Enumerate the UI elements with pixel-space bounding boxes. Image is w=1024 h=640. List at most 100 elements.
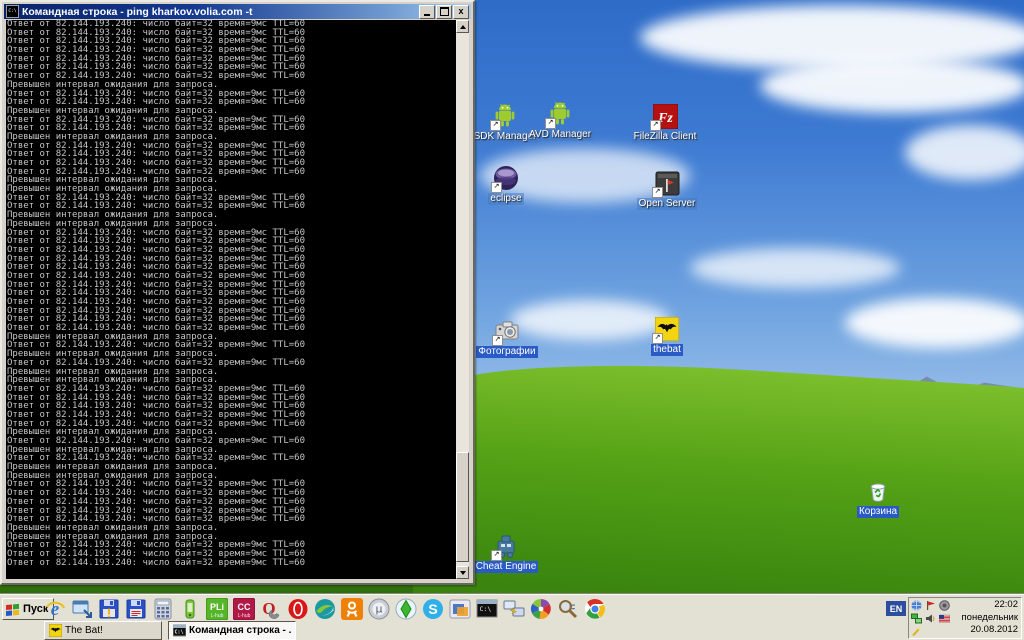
eclipse-icon: ↗ [493, 165, 519, 191]
taskbar-window-button-cmd[interactable]: C:\ Командная строка - ... [168, 621, 296, 640]
quicklaunch-swirl-icon[interactable] [314, 598, 336, 620]
quicklaunch-download-q-icon[interactable]: Q [260, 598, 282, 620]
quicklaunch-utorrent-icon[interactable]: µ [368, 598, 390, 620]
quick-launch: e!PLiL-hubCCL-hubQµSC:\F [44, 596, 606, 621]
recycle-bin-icon [865, 478, 891, 504]
cmd-small-icon: C:\ [173, 624, 186, 637]
desktop-icon-label: Корзина [857, 506, 899, 518]
green-network-icon[interactable] [911, 613, 922, 624]
quicklaunch-calculator-icon[interactable] [152, 598, 174, 620]
desktop-icon-label: eclipse [488, 193, 523, 205]
open-server-icon: ↗ [654, 170, 680, 196]
shortcut-arrow-icon: ↗ [545, 118, 556, 129]
clock-time: 22:02 [957, 599, 1018, 612]
quicklaunch-skype-icon[interactable]: S [422, 598, 444, 620]
console-line: Ответ от 82.144.193.240: число байт=32 в… [7, 559, 456, 568]
bat-small-icon [49, 624, 62, 637]
scroll-up-button[interactable] [456, 20, 469, 33]
svg-text:S: S [428, 601, 437, 617]
minimize-icon [424, 14, 430, 16]
desktop-icon-label: Cheat Engine [474, 561, 539, 573]
tray-icons [909, 598, 957, 638]
quicklaunch-cc-icon[interactable]: CCL-hub [233, 598, 255, 620]
speaker-icon[interactable] [925, 613, 936, 624]
cloud [905, 125, 1024, 180]
close-icon: x [458, 7, 463, 16]
desktop-icon-filezilla-client[interactable]: Fz↗FileZilla Client [633, 103, 697, 143]
desktop-icon-cheat-engine[interactable]: ↗Cheat Engine [474, 533, 538, 573]
svg-text:L-hub: L-hub [238, 613, 251, 619]
quicklaunch-cmd-icon[interactable]: C:\ [476, 598, 498, 620]
desktop-icon-label: AVD Manager [527, 129, 593, 141]
svg-text:!: ! [107, 605, 111, 620]
svg-text:C:\: C:\ [175, 630, 184, 636]
shortcut-arrow-icon: ↗ [652, 333, 663, 344]
shortcut-arrow-icon: ↗ [491, 182, 502, 193]
console-scrollbar[interactable] [456, 20, 469, 579]
quicklaunch-floppy-icon[interactable] [125, 598, 147, 620]
shortcut-arrow-icon: ↗ [491, 550, 502, 561]
close-button[interactable]: x [453, 5, 469, 19]
quicklaunch-odnoklassniki-icon[interactable] [341, 598, 363, 620]
maximize-icon [440, 7, 449, 16]
tray-clock[interactable]: 22:02 понедельник 20.08.2012 [957, 598, 1021, 638]
windows-flag-icon [6, 603, 20, 616]
quicklaunch-vmware-icon[interactable] [449, 598, 471, 620]
cloud [845, 298, 1024, 348]
arrow-down-icon [460, 571, 466, 575]
clock-weekday: понедельник [957, 612, 1018, 625]
cloud [690, 248, 900, 288]
blue-globe-icon[interactable] [911, 600, 922, 611]
desktop-icon-recycle-bin[interactable]: Корзина [846, 478, 910, 518]
quicklaunch-search-icon[interactable]: F [557, 598, 579, 620]
quicklaunch-picasa-icon[interactable] [530, 598, 552, 620]
svg-text:PLi: PLi [210, 602, 224, 612]
photos-icon: ↗ [494, 318, 520, 344]
svg-text:CC: CC [238, 602, 251, 612]
desktop-icon-label: Фотографии [476, 346, 537, 358]
taskbar: Пуск e!PLiL-hubCCL-hubQµSC:\F The Bat!C:… [0, 594, 1024, 640]
shortcut-arrow-icon: ↗ [650, 120, 661, 131]
quicklaunch-remote-desktop-icon[interactable] [503, 598, 525, 620]
scroll-down-button[interactable] [456, 566, 469, 579]
quicklaunch-opera-icon[interactable] [287, 598, 309, 620]
us-flag-icon[interactable] [939, 613, 950, 624]
yellow-wand-icon[interactable] [911, 626, 922, 637]
desktop-icon-photos[interactable]: ↗Фотографии [475, 318, 539, 358]
shortcut-arrow-icon: ↗ [490, 120, 501, 131]
language-indicator[interactable]: EN [886, 601, 906, 616]
quicklaunch-floppy-alert-icon[interactable]: ! [98, 598, 120, 620]
console-titlebar[interactable]: C:\ Командная строка - ping kharkov.voli… [4, 4, 471, 19]
taskbar-window-button-thebat[interactable]: The Bat! [44, 621, 162, 640]
quicklaunch-ie-icon[interactable]: e [44, 598, 66, 620]
quicklaunch-show-desktop-icon[interactable] [71, 598, 93, 620]
desktop-icon-open-server[interactable]: ↗ Open Server [635, 170, 699, 210]
scrollbar-thumb[interactable] [456, 452, 469, 562]
desktop-icon-thebat[interactable]: ↗thebat [635, 316, 699, 356]
minimize-button[interactable] [419, 5, 435, 19]
sdk-manager-icon: ↗ [492, 103, 518, 129]
taskbar-window-label: The Bat! [65, 625, 103, 636]
console-output: Ответ от 82.144.193.240: число байт=32 в… [6, 20, 456, 579]
desktop-icon-label: Open Server [637, 198, 698, 210]
desktop-icon-avd-manager[interactable]: ↗AVD Manager [528, 101, 592, 141]
taskbar-windows: The Bat! C:\ Командная строка - ... [44, 621, 296, 639]
maximize-button[interactable] [436, 5, 452, 19]
quicklaunch-sims-icon[interactable] [395, 598, 417, 620]
filezilla-client-icon: Fz↗ [652, 103, 678, 129]
shortcut-arrow-icon: ↗ [492, 335, 503, 346]
quicklaunch-phone-icon[interactable] [179, 598, 201, 620]
red-flag-icon[interactable] [925, 600, 936, 611]
quicklaunch-chrome-icon[interactable] [584, 598, 606, 620]
svg-text:L-hub: L-hub [211, 613, 224, 619]
avd-manager-icon: ↗ [547, 101, 573, 127]
arrow-up-icon [460, 25, 466, 29]
cloud [760, 58, 1024, 113]
clock-date: 20.08.2012 [957, 624, 1018, 637]
desktop-icon-label: thebat [651, 344, 683, 356]
desktop-icon-eclipse[interactable]: ↗eclipse [474, 165, 538, 205]
gray-dial-icon[interactable] [939, 600, 950, 611]
taskbar-window-label: Командная строка - ... [189, 625, 291, 636]
quicklaunch-pli-icon[interactable]: PLiL-hub [206, 598, 228, 620]
svg-text:C:\: C:\ [480, 605, 492, 613]
